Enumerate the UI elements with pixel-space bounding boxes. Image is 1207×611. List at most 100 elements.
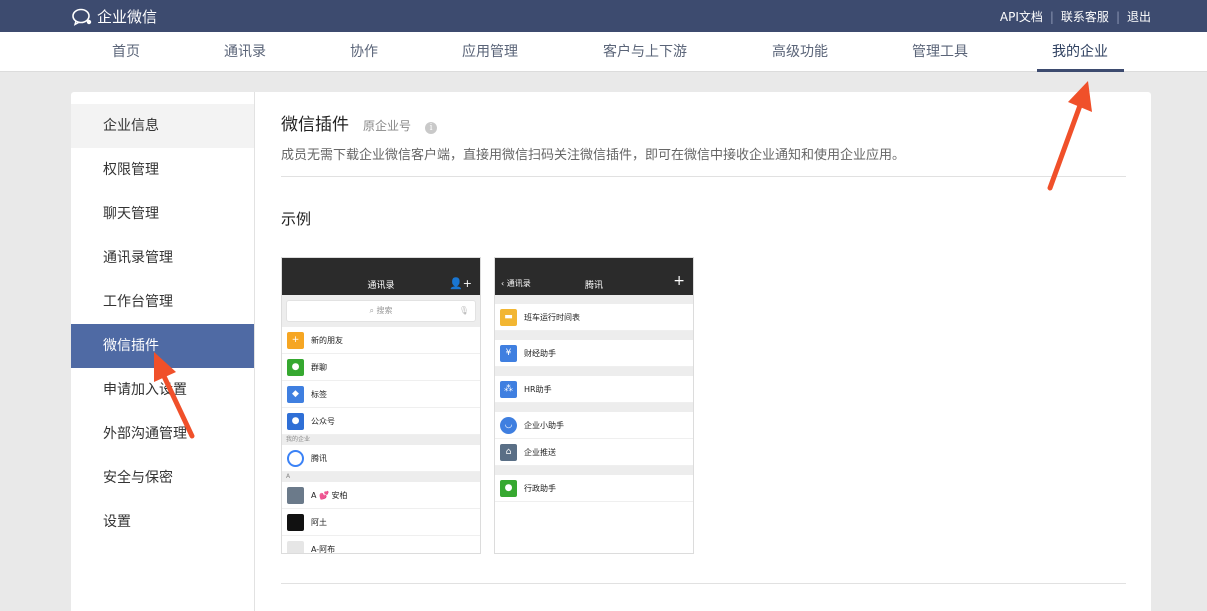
section-gap — [495, 331, 693, 340]
logout-link[interactable]: 退出 — [1127, 8, 1151, 25]
list-item-label: 财经助手 — [524, 348, 556, 358]
sidebar-item-workbench[interactable]: 工作台管理 — [71, 280, 254, 324]
phone-header: 通讯录 👤+ — [282, 258, 480, 295]
info-icon[interactable]: i — [425, 122, 438, 134]
example-heading: 示例 — [281, 210, 312, 228]
list-item-label: 新的朋友 — [311, 335, 343, 345]
nav-active-indicator — [1037, 69, 1124, 72]
bus-schedule-icon: ▬ — [500, 308, 517, 326]
list-item-label: 企业推送 — [524, 447, 556, 457]
page-title: 微信插件 — [281, 115, 349, 135]
home-icon: ⌂ — [500, 443, 517, 461]
list-item: A-阿布 — [282, 536, 480, 554]
nav-my-company[interactable]: 我的企业 — [1042, 32, 1118, 72]
hr-icon: ⁂ — [500, 380, 517, 398]
nav-home[interactable]: 首页 — [96, 32, 156, 72]
list-item-label: A 💕 安柏 — [311, 490, 348, 500]
page-description: 成员无需下载企业微信客户端，直接用微信扫码关注微信插件，即可在微信中接收企业通知… — [281, 148, 906, 163]
contact-support-link[interactable]: 联系客服 — [1061, 8, 1109, 25]
list-item: + 新的朋友 — [282, 327, 480, 354]
nav-collaboration[interactable]: 协作 — [338, 32, 390, 72]
mic-icon: 🎙 — [458, 306, 469, 315]
section-label: A — [282, 472, 480, 482]
avatar — [287, 513, 304, 531]
list-item-label: 行政助手 — [524, 483, 556, 493]
list-item: ● 群聊 — [282, 354, 480, 381]
section-label: 我的企业 — [282, 435, 480, 445]
nav-advanced[interactable]: 高级功能 — [762, 32, 838, 72]
list-item: ◆ 标签 — [282, 381, 480, 408]
list-item-label: A-阿布 — [311, 544, 336, 554]
list-item: ● 公众号 — [282, 408, 480, 435]
api-docs-link[interactable]: API文档 — [1000, 8, 1043, 25]
divider — [281, 583, 1126, 584]
tencent-logo-icon — [287, 449, 304, 467]
plus-icon: + — [673, 273, 685, 289]
list-item-label: HR助手 — [524, 384, 552, 394]
group-chat-icon: ● — [287, 358, 304, 376]
list-item: ● 行政助手 — [495, 475, 693, 502]
sidebar-item-settings[interactable]: 设置 — [71, 500, 254, 544]
logo-text: 企业微信 — [97, 8, 158, 26]
list-item-label: 企业小助手 — [524, 420, 564, 430]
wecom-logo-icon — [72, 8, 92, 26]
finance-icon: ¥ — [500, 344, 517, 362]
search-wrap: ⌕ 搜索 🎙 — [282, 295, 480, 327]
phone-header: ‹ 通讯录 腾讯 + — [495, 258, 693, 295]
sidebar-item-contacts[interactable]: 通讯录管理 — [71, 236, 254, 280]
nav-contacts[interactable]: 通讯录 — [214, 32, 276, 72]
list-item: ▬ 班车运行时间表 — [495, 304, 693, 331]
list-item-label: 群聊 — [311, 362, 327, 372]
nav-customers[interactable]: 客户与上下游 — [596, 32, 694, 72]
assistant-icon: ◡ — [500, 416, 517, 434]
page-subtitle: 原企业号 — [363, 119, 412, 133]
list-item: ¥ 财经助手 — [495, 340, 693, 367]
divider — [281, 176, 1126, 177]
admin-icon: ● — [500, 479, 517, 497]
sidebar-item-external-communication[interactable]: 外部沟通管理 — [71, 412, 254, 456]
sidebar-item-wechat-plugin[interactable]: 微信插件 — [71, 324, 254, 368]
list-item-label: 阿土 — [311, 517, 327, 527]
official-account-icon: ● — [287, 412, 304, 430]
list-item-label: 标签 — [311, 389, 327, 399]
sidebar-item-chat[interactable]: 聊天管理 — [71, 192, 254, 236]
top-bar: 企业微信 API文档 | 联系客服 | 退出 — [0, 0, 1207, 32]
new-friends-icon: + — [287, 331, 304, 349]
list-item: 腾讯 — [282, 445, 480, 472]
sidebar-item-permissions[interactable]: 权限管理 — [71, 148, 254, 192]
avatar — [287, 486, 304, 504]
phone-title: 腾讯 — [584, 281, 603, 291]
title-row: 微信插件 原企业号 i — [281, 110, 438, 135]
list-item: ⁂ HR助手 — [495, 376, 693, 403]
top-links: API文档 | 联系客服 | 退出 — [1000, 8, 1151, 25]
nav-management-tools[interactable]: 管理工具 — [902, 32, 978, 72]
main-nav: 首页 通讯录 协作 应用管理 客户与上下游 高级功能 管理工具 我的企业 — [0, 32, 1207, 72]
list-item: ◡ 企业小助手 — [495, 412, 693, 439]
list-item-label: 公众号 — [311, 416, 335, 426]
sidebar-item-company-info[interactable]: 企业信息 — [71, 104, 254, 148]
list-item: A 💕 安柏 — [282, 482, 480, 509]
search-placeholder: 搜索 — [376, 306, 393, 315]
example-phone-contacts: 通讯录 👤+ ⌕ 搜索 🎙 + 新的朋友 ● 群聊 ◆ 标签 ● 公众号 我的企业 腾讯… — [281, 257, 481, 554]
section-gap — [495, 403, 693, 412]
list-item-label: 班车运行时间表 — [524, 312, 580, 322]
phone-search-bar: ⌕ 搜索 🎙 — [286, 300, 476, 322]
list-item: 阿土 — [282, 509, 480, 536]
separator: | — [1115, 9, 1120, 24]
tag-icon: ◆ — [287, 385, 304, 403]
list-item-label: 腾讯 — [311, 453, 327, 463]
avatar — [287, 540, 304, 553]
sidebar-item-join-settings[interactable]: 申请加入设置 — [71, 368, 254, 412]
main-panel: 企业信息 权限管理 聊天管理 通讯录管理 工作台管理 微信插件 申请加入设置 外… — [71, 92, 1151, 611]
separator: | — [1049, 9, 1054, 24]
example-phone-company: ‹ 通讯录 腾讯 + ▬ 班车运行时间表 ¥ 财经助手 ⁂ HR助手 ◡ 企业小助手 ⌂… — [494, 257, 694, 554]
section-gap — [495, 466, 693, 475]
sidebar: 企业信息 权限管理 聊天管理 通讯录管理 工作台管理 微信插件 申请加入设置 外… — [71, 92, 255, 611]
add-contact-icon: 👤+ — [449, 277, 472, 290]
nav-app-management[interactable]: 应用管理 — [452, 32, 528, 72]
logo[interactable]: 企业微信 — [72, 6, 157, 27]
search-icon: ⌕ — [369, 306, 377, 315]
sidebar-item-security[interactable]: 安全与保密 — [71, 456, 254, 500]
section-gap — [495, 367, 693, 376]
list-item: ⌂ 企业推送 — [495, 439, 693, 466]
